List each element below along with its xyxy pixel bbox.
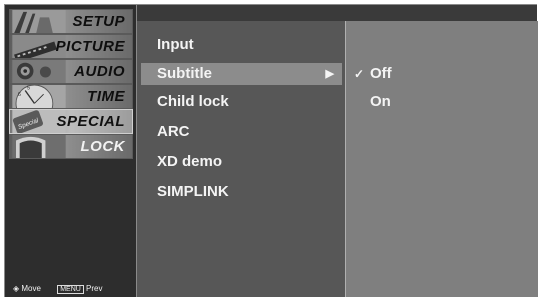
check-icon: ✓ <box>354 67 365 81</box>
tab-audio[interactable]: AUDIO <box>9 59 133 84</box>
tab-label: PICTURE <box>55 38 125 55</box>
tab-special[interactable]: Special SPECIAL <box>9 109 133 134</box>
subtitle-submenu: ✓ Off On <box>345 21 538 297</box>
tab-label: TIME <box>87 88 125 105</box>
menu-item-label: SIMPLINK <box>157 183 229 200</box>
sidebar: SETUP PICTURE AUDIO 6 5 TIME Special SPE… <box>5 5 137 297</box>
audio-thumbnail-icon <box>12 60 66 83</box>
submenu-arrow-icon: ▶ <box>325 68 334 80</box>
menu-item-simplink[interactable]: SIMPLINK <box>157 183 332 200</box>
menu-item-label: Input <box>157 36 194 53</box>
time-thumbnail-icon: 6 5 <box>12 85 66 108</box>
menu-item-child-lock[interactable]: Child lock <box>157 93 332 110</box>
tab-label: LOCK <box>80 138 125 155</box>
dpad-icon: ◈ <box>13 284 20 293</box>
lock-thumbnail-icon <box>12 135 66 158</box>
nav-legend: ◈ Move MENU Prev <box>13 284 103 294</box>
menu-item-arc[interactable]: ARC <box>157 123 332 140</box>
tab-label: SETUP <box>72 13 125 30</box>
top-bar <box>136 5 537 21</box>
legend-move: Move <box>21 284 41 293</box>
tab-time[interactable]: 6 5 TIME <box>9 84 133 109</box>
legend-prev: Prev <box>86 284 103 293</box>
menu-item-xd-demo[interactable]: XD demo <box>157 153 332 170</box>
tab-picture[interactable]: PICTURE <box>9 34 133 59</box>
menu-item-label: XD demo <box>157 153 223 170</box>
svg-text:5: 5 <box>27 86 30 92</box>
special-menu: Input Subtitle ▶ Child lock ARC XD demo … <box>136 21 346 297</box>
menu-item-subtitle[interactable]: Subtitle ▶ <box>141 63 342 85</box>
option-on[interactable]: On <box>354 93 391 110</box>
option-label: Off <box>370 65 392 82</box>
menu-item-label: ARC <box>157 123 190 140</box>
menu-item-input[interactable]: Input <box>157 36 332 53</box>
option-label: On <box>370 93 391 110</box>
tab-lock[interactable]: LOCK <box>9 134 133 159</box>
svg-text:6: 6 <box>18 92 21 98</box>
menu-item-label: Child lock <box>157 93 229 110</box>
setup-thumbnail-icon <box>12 10 66 33</box>
tab-setup[interactable]: SETUP <box>9 9 133 34</box>
tab-label: SPECIAL <box>56 113 125 130</box>
tab-label: AUDIO <box>74 63 125 80</box>
option-off[interactable]: ✓ Off <box>354 65 392 82</box>
menu-key-icon: MENU <box>57 285 84 294</box>
menu-item-label: Subtitle <box>157 65 212 82</box>
